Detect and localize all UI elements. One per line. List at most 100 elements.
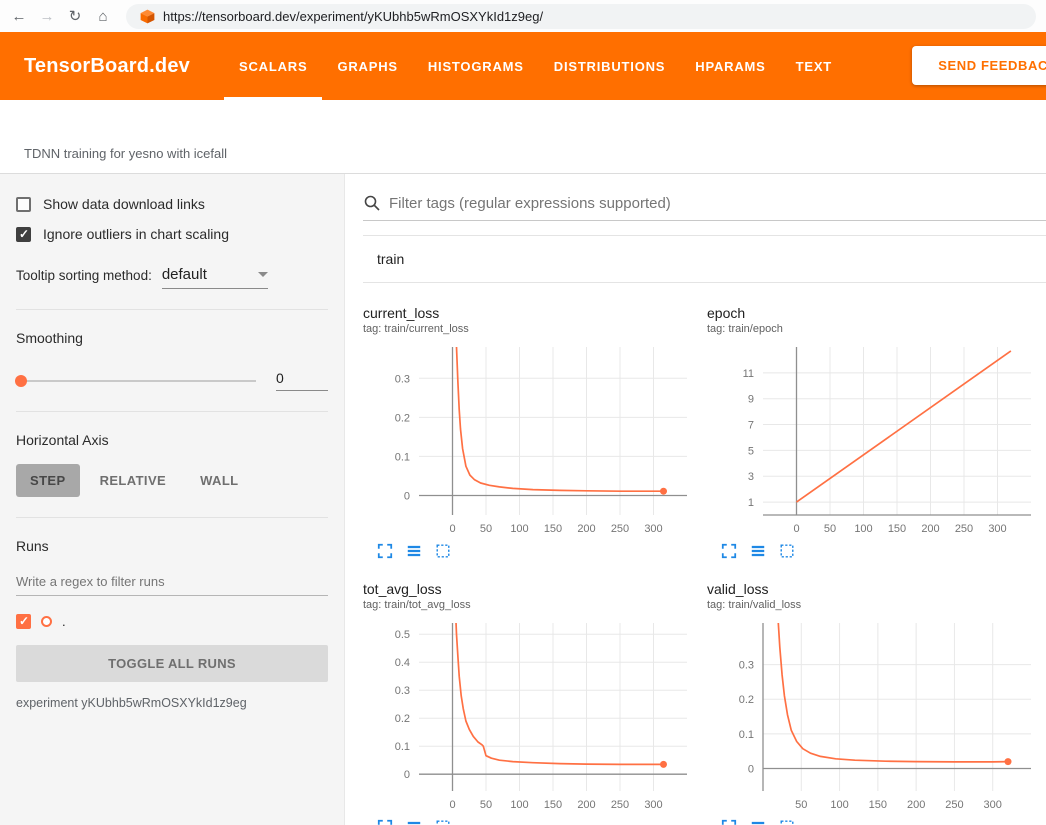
svg-text:1: 1	[748, 497, 754, 509]
back-icon[interactable]: ←	[6, 8, 32, 25]
smoothing-label: Smoothing	[16, 330, 328, 346]
experiment-description: TDNN training for yesno with icefall	[24, 146, 227, 161]
checkbox-checked-icon[interactable]	[16, 227, 31, 242]
svg-text:50: 50	[480, 523, 492, 535]
chart-actions	[707, 543, 1045, 559]
sidebar-divider	[16, 517, 328, 518]
runs-label: Runs	[16, 538, 328, 554]
svg-text:100: 100	[854, 523, 872, 535]
line-chart-valid-loss[interactable]: 00.10.20.350100150200250300	[707, 617, 1043, 817]
expand-chart-icon[interactable]	[721, 819, 737, 825]
svg-text:0.5: 0.5	[395, 629, 410, 641]
chart-actions	[363, 543, 701, 559]
svg-text:150: 150	[869, 799, 887, 811]
axis-button-group: STEP RELATIVE WALL	[16, 464, 328, 497]
axis-step-button[interactable]: STEP	[16, 464, 80, 497]
tab-graphs[interactable]: GRAPHS	[322, 36, 412, 100]
svg-text:0.2: 0.2	[395, 412, 410, 424]
chart-tag: tag: train/epoch	[707, 323, 1045, 335]
tab-distributions[interactable]: DISTRIBUTIONS	[539, 36, 681, 100]
svg-text:300: 300	[984, 799, 1002, 811]
fit-domain-icon[interactable]	[779, 819, 795, 825]
fit-domain-icon[interactable]	[435, 543, 451, 559]
svg-text:250: 250	[945, 799, 963, 811]
chart-card-tot-avg-loss: tot_avg_loss tag: train/tot_avg_loss 00.…	[363, 581, 701, 825]
tab-histograms[interactable]: HISTOGRAMS	[413, 36, 539, 100]
slider-thumb-icon[interactable]	[15, 375, 27, 387]
svg-text:200: 200	[921, 523, 939, 535]
axis-relative-button[interactable]: RELATIVE	[86, 464, 181, 497]
refresh-icon[interactable]: ↻	[62, 7, 88, 25]
runs-selector-icon[interactable]	[406, 819, 422, 825]
svg-text:50: 50	[795, 799, 807, 811]
svg-text:300: 300	[644, 799, 662, 811]
expand-chart-icon[interactable]	[377, 543, 393, 559]
settings-sidebar: Show data download links Ignore outliers…	[0, 174, 345, 825]
svg-text:0.1: 0.1	[395, 451, 410, 463]
line-chart-epoch[interactable]: 1357911050100150200250300	[707, 341, 1043, 541]
svg-text:300: 300	[644, 523, 662, 535]
tab-text[interactable]: TEXT	[781, 36, 847, 100]
chart-title: current_loss	[363, 305, 701, 321]
tab-scalars[interactable]: SCALARS	[224, 36, 322, 100]
svg-text:100: 100	[830, 799, 848, 811]
show-download-links-row[interactable]: Show data download links	[16, 196, 328, 212]
svg-text:200: 200	[577, 523, 595, 535]
ignore-outliers-row[interactable]: Ignore outliers in chart scaling	[16, 226, 328, 242]
chart-tag: tag: train/current_loss	[363, 323, 701, 335]
chart-actions	[707, 819, 1045, 825]
run-color-swatch	[41, 616, 52, 627]
expand-chart-icon[interactable]	[721, 543, 737, 559]
tab-hparams[interactable]: HPARAMS	[680, 36, 780, 100]
svg-text:150: 150	[888, 523, 906, 535]
sidebar-divider	[16, 309, 328, 310]
show-download-links-label: Show data download links	[43, 196, 205, 212]
expand-chart-icon[interactable]	[377, 819, 393, 825]
browser-toolbar: ← → ↻ ⌂ https://tensorboard.dev/experime…	[0, 0, 1046, 32]
svg-text:50: 50	[824, 523, 836, 535]
chart-title: valid_loss	[707, 581, 1045, 597]
tag-section-header[interactable]: train	[363, 236, 1046, 283]
svg-text:0: 0	[404, 769, 410, 781]
site-favicon	[140, 9, 155, 24]
fit-domain-icon[interactable]	[435, 819, 451, 825]
run-checkbox[interactable]	[16, 614, 31, 629]
tooltip-sorting-select[interactable]: default	[162, 266, 268, 289]
app-logo[interactable]: TensorBoard.dev	[24, 55, 190, 78]
svg-text:0: 0	[404, 490, 410, 502]
svg-text:0.4: 0.4	[395, 657, 410, 669]
send-feedback-button[interactable]: SEND FEEDBACK	[912, 46, 1046, 85]
sidebar-divider	[16, 411, 328, 412]
svg-text:150: 150	[544, 799, 562, 811]
svg-text:11: 11	[743, 368, 754, 380]
smoothing-slider[interactable]	[16, 380, 256, 382]
svg-text:0.1: 0.1	[395, 741, 410, 753]
svg-text:250: 250	[955, 523, 973, 535]
chart-title: epoch	[707, 305, 1045, 321]
svg-text:5: 5	[748, 445, 754, 457]
runs-selector-icon[interactable]	[750, 543, 766, 559]
chevron-down-icon	[258, 272, 268, 277]
filter-tags-input[interactable]	[389, 195, 1046, 212]
runs-filter-input[interactable]	[16, 568, 328, 596]
smoothing-value-field[interactable]: 0	[276, 370, 328, 391]
svg-text:0.2: 0.2	[395, 713, 410, 725]
checkbox-unchecked-icon[interactable]	[16, 197, 31, 212]
filter-tags-row	[363, 194, 1046, 221]
axis-wall-button[interactable]: WALL	[186, 464, 252, 497]
svg-text:0.2: 0.2	[739, 694, 754, 706]
line-chart-tot-avg-loss[interactable]: 00.10.20.30.40.5050100150200250300	[363, 617, 699, 817]
forward-icon[interactable]: →	[34, 8, 60, 25]
address-bar[interactable]: https://tensorboard.dev/experiment/yKUbh…	[126, 4, 1036, 29]
tooltip-sorting-value: default	[162, 266, 207, 283]
toggle-all-runs-button[interactable]: TOGGLE ALL RUNS	[16, 645, 328, 682]
svg-text:9: 9	[748, 394, 754, 406]
runs-selector-icon[interactable]	[406, 543, 422, 559]
runs-selector-icon[interactable]	[750, 819, 766, 825]
home-icon[interactable]: ⌂	[90, 8, 116, 25]
fit-domain-icon[interactable]	[779, 543, 795, 559]
line-chart-current-loss[interactable]: 00.10.20.3050100150200250300	[363, 341, 699, 541]
run-row[interactable]: .	[16, 614, 328, 629]
charts-grid: current_loss tag: train/current_loss 0 0.…	[363, 283, 1046, 825]
main-content: train current_loss tag: train/current_lo…	[345, 174, 1046, 825]
